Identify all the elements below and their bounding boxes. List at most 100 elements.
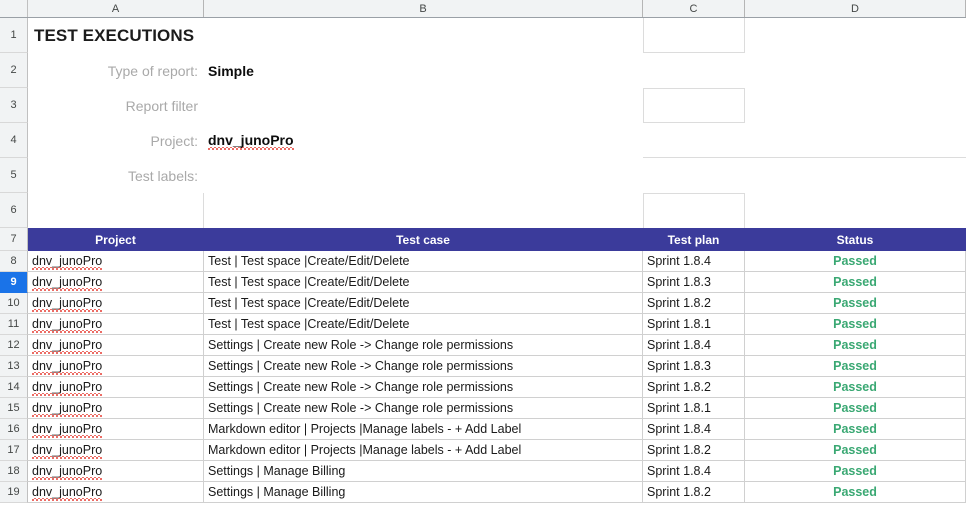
row-header-1[interactable]: 1 [0,18,28,53]
cell-project[interactable]: dnv_junoPro [28,314,204,335]
row-header-17[interactable]: 17 [0,440,28,461]
cell-a6[interactable] [28,193,204,228]
cell-test-plan[interactable]: Sprint 1.8.1 [643,314,745,335]
cell-test-case[interactable]: Test | Test space |Create/Edit/Delete [204,314,643,335]
table-row[interactable]: 19 dnv_junoPro Settings | Manage Billing Sp… [0,482,966,503]
table-row[interactable]: 9 dnv_junoPro Test | Test space |Create/Ed… [0,272,966,293]
row-header-15[interactable]: 15 [0,398,28,419]
table-header-test-case[interactable]: Test case [204,228,643,251]
cell-c5[interactable] [643,158,745,193]
cell-test-case[interactable]: Settings | Create new Role -> Change rol… [204,398,643,419]
cell-test-case[interactable]: Settings | Create new Role -> Change rol… [204,377,643,398]
row-header-7[interactable]: 7 [0,228,28,251]
status-badge[interactable]: Passed [745,314,966,335]
row-header-18[interactable]: 18 [0,461,28,482]
status-badge[interactable]: Passed [745,251,966,272]
table-row[interactable]: 15 dnv_junoPro Settings | Create new Role … [0,398,966,419]
row-header-13[interactable]: 13 [0,356,28,377]
cell-project[interactable]: dnv_junoPro [28,440,204,461]
cell-project[interactable]: dnv_junoPro [28,482,204,503]
cell-project[interactable]: dnv_junoPro [28,356,204,377]
status-badge[interactable]: Passed [745,440,966,461]
table-header-project[interactable]: Project [28,228,204,251]
cell-test-plan[interactable]: Sprint 1.8.2 [643,293,745,314]
status-badge[interactable]: Passed [745,272,966,293]
cell-test-case[interactable]: Test | Test space |Create/Edit/Delete [204,293,643,314]
status-badge[interactable]: Passed [745,461,966,482]
status-badge[interactable]: Passed [745,356,966,377]
value-type-of-report[interactable]: Simple [204,53,643,88]
cell-b6[interactable] [204,193,643,228]
status-badge[interactable]: Passed [745,398,966,419]
cell-project[interactable]: dnv_junoPro [28,377,204,398]
cell-test-case[interactable]: Markdown editor | Projects |Manage label… [204,419,643,440]
cell-d3[interactable] [745,88,966,123]
cell-test-case[interactable]: Settings | Create new Role -> Change rol… [204,335,643,356]
cell-d1[interactable] [745,18,966,53]
cell-test-plan[interactable]: Sprint 1.8.2 [643,482,745,503]
table-row[interactable]: 14 dnv_junoPro Settings | Create new Role … [0,377,966,398]
spreadsheet-grid[interactable]: A B C D 1 TEST EXECUTIONS 2 Type of repo… [0,0,966,506]
row-header-11[interactable]: 11 [0,314,28,335]
cell-test-case[interactable]: Settings | Manage Billing [204,461,643,482]
cell-test-case[interactable]: Settings | Manage Billing [204,482,643,503]
cell-project[interactable]: dnv_junoPro [28,251,204,272]
row-header-6[interactable]: 6 [0,193,28,228]
cell-test-plan[interactable]: Sprint 1.8.3 [643,356,745,377]
cell-project[interactable]: dnv_junoPro [28,419,204,440]
cell-c3[interactable] [643,88,745,123]
cell-d2[interactable] [745,53,966,88]
status-badge[interactable]: Passed [745,419,966,440]
table-row[interactable]: 12 dnv_junoPro Settings | Create new Role … [0,335,966,356]
row-header-4[interactable]: 4 [0,123,28,158]
cell-project[interactable]: dnv_junoPro [28,293,204,314]
table-row[interactable]: 18 dnv_junoPro Settings | Manage Billing Sp… [0,461,966,482]
cell-d6[interactable] [745,193,966,228]
select-all-corner[interactable] [0,0,28,17]
row-header-5[interactable]: 5 [0,158,28,193]
cell-project[interactable]: dnv_junoPro [28,272,204,293]
table-header-test-plan[interactable]: Test plan [643,228,745,251]
cell-test-plan[interactable]: Sprint 1.8.4 [643,461,745,482]
cell-c4[interactable] [643,123,745,158]
column-header-c[interactable]: C [643,0,745,17]
row-header-16[interactable]: 16 [0,419,28,440]
cell-project[interactable]: dnv_junoPro [28,335,204,356]
table-row[interactable]: 11 dnv_junoPro Test | Test space |Create/E… [0,314,966,335]
value-test-labels[interactable] [204,158,643,193]
column-header-a[interactable]: A [28,0,204,17]
status-badge[interactable]: Passed [745,482,966,503]
table-row[interactable]: 10 dnv_junoPro Test | Test space |Create/E… [0,293,966,314]
cell-test-case[interactable]: Markdown editor | Projects |Manage label… [204,440,643,461]
row-header-2[interactable]: 2 [0,53,28,88]
row-header-9[interactable]: 9 [0,272,28,293]
column-header-b[interactable]: B [204,0,643,17]
value-project[interactable]: dnv_junoPro [204,123,643,158]
row-header-19[interactable]: 19 [0,482,28,503]
row-header-8[interactable]: 8 [0,251,28,272]
cell-test-case[interactable]: Settings | Create new Role -> Change rol… [204,356,643,377]
cell-test-plan[interactable]: Sprint 1.8.4 [643,335,745,356]
cell-b1[interactable] [204,18,643,53]
cell-d5[interactable] [745,158,966,193]
cell-test-plan[interactable]: Sprint 1.8.2 [643,377,745,398]
cell-test-plan[interactable]: Sprint 1.8.2 [643,440,745,461]
cell-test-plan[interactable]: Sprint 1.8.3 [643,272,745,293]
cell-d4[interactable] [745,123,966,158]
status-badge[interactable]: Passed [745,293,966,314]
row-header-3[interactable]: 3 [0,88,28,123]
cell-c6[interactable] [643,193,745,228]
table-row[interactable]: 13 dnv_junoPro Settings | Create new Role … [0,356,966,377]
row-header-10[interactable]: 10 [0,293,28,314]
table-row[interactable]: 8 dnv_junoPro Test | Test space |Create/Ed… [0,251,966,272]
column-header-d[interactable]: D [745,0,966,17]
value-report-filter[interactable] [204,88,643,123]
row-header-12[interactable]: 12 [0,335,28,356]
table-row[interactable]: 17 dnv_junoPro Markdown editor | Projects … [0,440,966,461]
cell-test-plan[interactable]: Sprint 1.8.4 [643,251,745,272]
cell-test-case[interactable]: Test | Test space |Create/Edit/Delete [204,251,643,272]
cell-project[interactable]: dnv_junoPro [28,398,204,419]
cell-c1[interactable] [643,18,745,53]
table-header-status[interactable]: Status [745,228,966,251]
status-badge[interactable]: Passed [745,335,966,356]
